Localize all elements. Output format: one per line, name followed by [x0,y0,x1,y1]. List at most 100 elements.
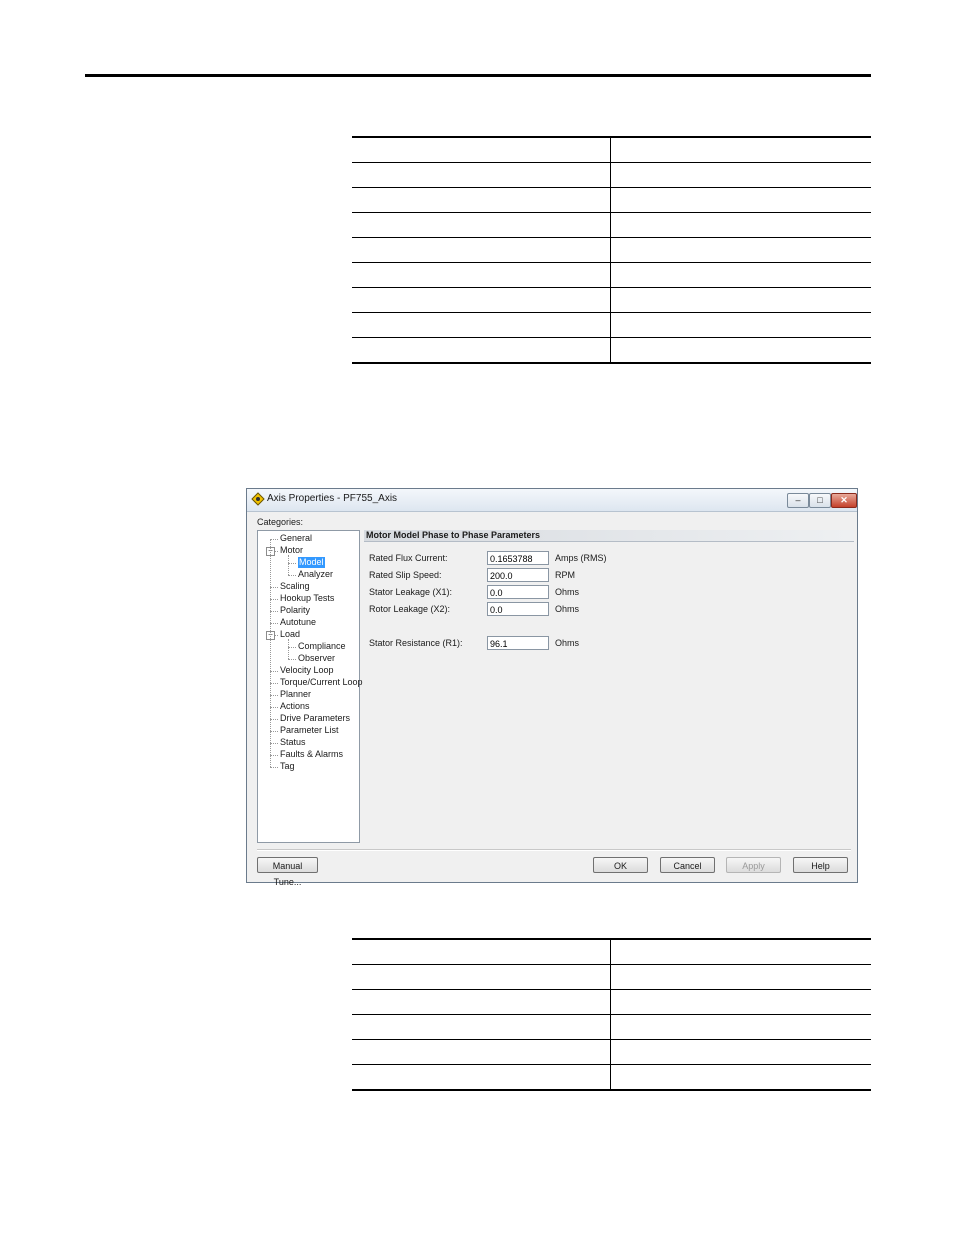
bottom-table [352,938,871,1091]
table-row [352,938,871,965]
table-cell [611,213,871,237]
tree-item-planner[interactable]: Planner [280,689,311,700]
tree-item-observer[interactable]: Observer [298,653,335,664]
rotor-leakage-x2-unit: Ohms [555,604,580,614]
table-cell [611,288,871,312]
stator-leakage-x1-field[interactable]: 0.0 [487,585,549,599]
section-header-text: Motor Model Phase to Phase Parameters [366,530,541,540]
stator-leakage-x1-label: Stator Leakage (X1): [369,587,453,597]
table-cell [352,940,610,964]
manual-tune-button[interactable]: Manual Tune... [257,857,318,887]
tree-connector [270,695,278,696]
title-bar[interactable]: Axis Properties - PF755_Axis – □ ✕ [247,489,857,512]
tree-connector [270,683,278,684]
table-cell [611,263,871,287]
app-icon [251,492,265,506]
tree-item-actions[interactable]: Actions [280,701,310,712]
table-row [352,313,871,338]
table-row [352,188,871,213]
stator-resistance-r1-field[interactable]: 96.1 [487,636,549,650]
rated-slip-speed-label: Rated Slip Speed: [369,570,442,580]
table-row [352,965,871,990]
tree-item-faults-alarms[interactable]: Faults & Alarms [280,749,343,760]
categories-tree[interactable]: General Motor − Model Analyzer Scaling Hookup … [257,530,363,843]
table-cell [611,163,871,187]
tree-item-compliance[interactable]: Compliance [298,641,346,652]
rated-flux-current-label: Rated Flux Current: [369,553,448,563]
table-row [352,238,871,263]
tree-connector [288,575,296,576]
tree-item-general[interactable]: General [280,533,312,544]
tree-item-tag[interactable]: Tag [280,761,295,772]
rated-flux-current-field[interactable]: 0.1653788 [487,551,549,565]
tree-item-analyzer[interactable]: Analyzer [298,569,333,580]
tree-item-autotune[interactable]: Autotune [280,617,316,628]
tree-connector [288,659,296,660]
tree-item-hookup-tests[interactable]: Hookup Tests [280,593,334,604]
top-table [352,136,871,364]
tree-connector [270,611,278,612]
tree-item-polarity[interactable]: Polarity [280,605,310,616]
table-cell [611,990,871,1014]
tree-item-status[interactable]: Status [280,737,306,748]
rated-slip-speed-field[interactable]: 200.0 [487,568,549,582]
table-cell [611,138,871,162]
table-cell [611,238,871,262]
tree-item-torque-current-loop[interactable]: Torque/Current Loop [280,677,363,688]
table-cell [352,163,610,187]
ok-button[interactable]: OK [593,857,648,873]
table-cell [611,1065,871,1089]
tree-item-parameter-list[interactable]: Parameter List [280,725,339,736]
help-button[interactable]: Help [793,857,848,873]
tree-item-motor[interactable]: Motor [280,545,303,556]
tree-item-scaling[interactable]: Scaling [280,581,310,592]
table-row [352,163,871,188]
table-row [352,338,871,364]
tree-connector [270,767,278,768]
tree-connector [270,743,278,744]
table-cell [352,990,610,1014]
table-row [352,1040,871,1065]
rotor-leakage-x2-label: Rotor Leakage (X2): [369,604,451,614]
footer-separator [257,849,851,851]
table-row [352,288,871,313]
table-cell [352,138,610,162]
table-cell [611,313,871,337]
table-cell [352,1015,610,1039]
tree-item-velocity-loop[interactable]: Velocity Loop [280,665,334,676]
table-cell [352,313,610,337]
rated-slip-speed-unit: RPM [555,570,575,580]
table-row [352,1065,871,1091]
categories-label: Categories: [257,517,304,527]
stator-resistance-r1-label: Stator Resistance (R1): [369,638,463,648]
tree-connector [288,563,296,564]
tree-item-drive-parameters[interactable]: Drive Parameters [280,713,350,724]
apply-button[interactable]: Apply [726,857,781,873]
rotor-leakage-x2-field[interactable]: 0.0 [487,602,549,616]
tree-connector [270,719,278,720]
tree-connector [270,539,271,767]
tree-connector [270,731,278,732]
section-header: Motor Model Phase to Phase Parameters [364,530,854,542]
tree-connector [270,587,278,588]
page-top-rule [85,74,871,77]
table-cell [352,288,610,312]
tree-connector [270,623,278,624]
cancel-button[interactable]: Cancel [660,857,715,873]
tree-connector [288,555,289,575]
table-cell [611,338,871,362]
table-cell [611,965,871,989]
tree-connector [288,647,296,648]
table-row [352,990,871,1015]
tree-connector [270,539,278,540]
table-row [352,263,871,288]
tree-item-load[interactable]: Load [280,629,300,640]
tree-item-model[interactable]: Model [298,557,325,568]
table-cell [352,188,610,212]
table-cell [611,188,871,212]
minimize-button[interactable]: – [787,493,809,508]
maximize-button[interactable]: □ [809,493,831,508]
tree-connector [270,599,278,600]
close-button[interactable]: ✕ [831,493,857,508]
tree-connector [270,755,278,756]
